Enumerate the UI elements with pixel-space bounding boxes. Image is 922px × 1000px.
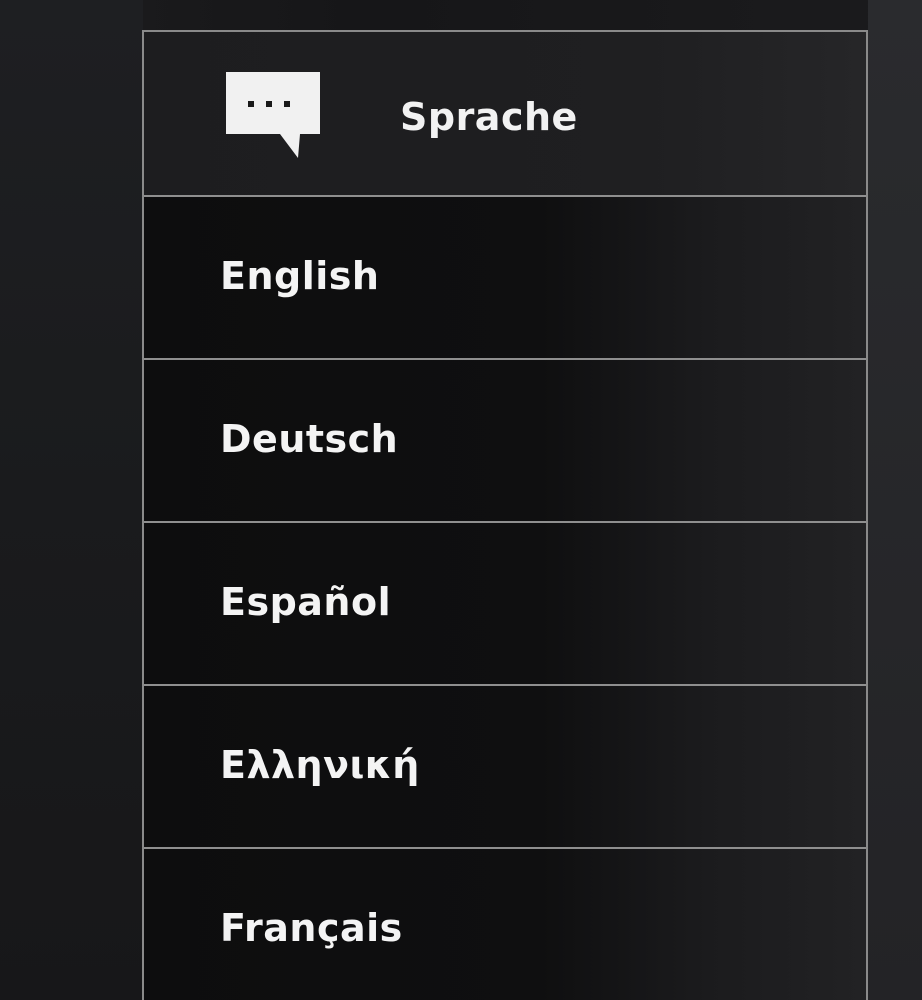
speech-bubble-icon: [226, 72, 320, 158]
language-option-espanol[interactable]: Español: [144, 523, 866, 686]
language-option-greek[interactable]: Ελληνική: [144, 686, 866, 849]
language-option-label: Ελληνική: [220, 743, 420, 787]
language-menu-header: Sprache: [144, 32, 866, 197]
language-option-label: Français: [220, 906, 403, 950]
language-option-label: Deutsch: [220, 417, 399, 461]
language-option-label: English: [220, 254, 380, 298]
backdrop-right: [868, 0, 922, 1000]
language-option-label: Español: [220, 580, 392, 624]
backdrop-left: [0, 0, 143, 1000]
language-option-deutsch[interactable]: Deutsch: [144, 360, 866, 523]
language-menu: Sprache English Deutsch Español Ελληνική…: [142, 30, 868, 1000]
page-title: Sprache: [400, 95, 578, 139]
language-option-english[interactable]: English: [144, 197, 866, 360]
language-option-francais[interactable]: Français: [144, 849, 866, 1000]
